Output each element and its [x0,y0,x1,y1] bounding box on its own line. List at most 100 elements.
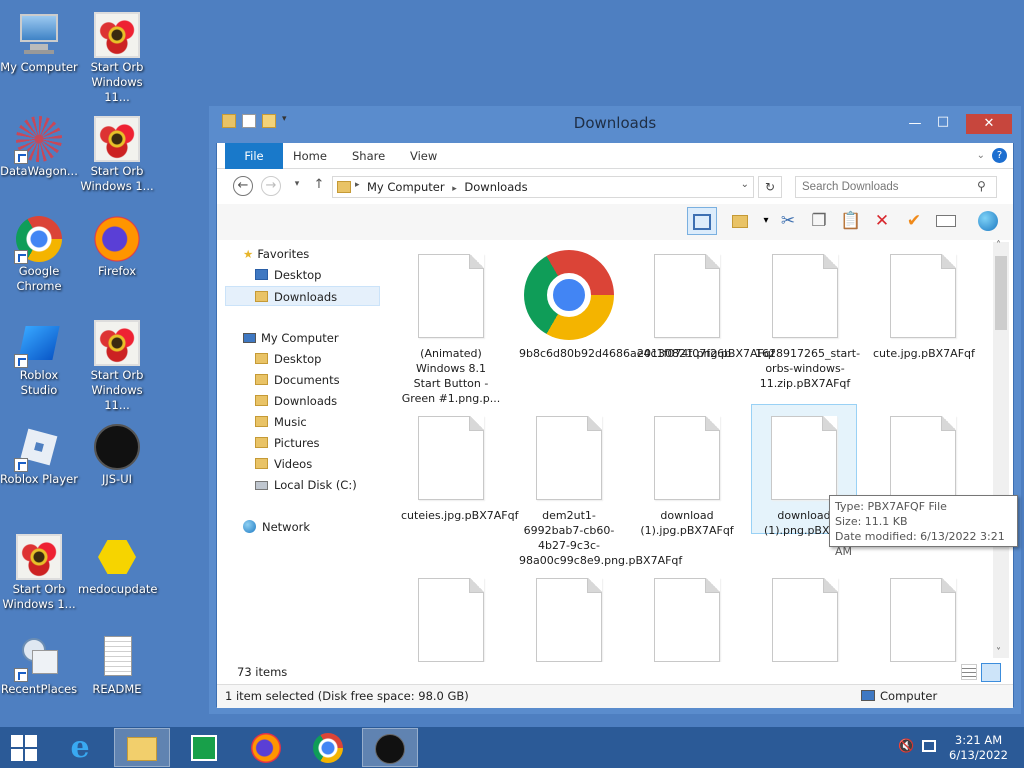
clock[interactable]: 3:21 AM 6/13/2022 [949,733,1008,763]
blank-file-icon [890,254,956,338]
desktop-icon-recent-places[interactable]: RecentPlaces [0,634,78,697]
file-item[interactable] [873,572,973,662]
file-item[interactable] [519,572,619,662]
tab-home[interactable]: Home [293,143,327,169]
desktop-icon-google-chrome[interactable]: Google Chrome [0,216,78,294]
desktop-icon-start-orb-1[interactable]: Start Orb Windows 11... [78,12,156,105]
refresh-button[interactable]: ↻ [758,176,782,198]
chevron-down-icon[interactable]: ˅ [996,647,1001,658]
start-button[interactable] [0,728,48,767]
close-button[interactable]: ✕ [966,114,1012,134]
desktop-icon-my-computer[interactable]: My Computer [0,12,78,75]
details-view-icon[interactable] [961,664,977,680]
desktop-icon-label: Start Orb Windows 11... [90,368,144,412]
file-item[interactable]: dem2ut1-6992bab7-cb60-4b27-9c3c-98a00c99… [519,410,682,568]
tab-share[interactable]: Share [352,143,385,169]
firefox-icon [251,733,281,763]
file-item[interactable]: cuteies.jpg.pBX7AFqf [401,410,518,523]
desktop-icon-start-orb-2[interactable]: Start Orb Windows 1... [78,116,156,194]
file-item[interactable]: 1628917265_start-orbs-windows-11.zip.pBX… [755,248,860,391]
blank-file-icon [772,254,838,338]
status-text: 1 item selected (Disk free space: 98.0 G… [225,689,469,703]
breadcrumb-my-computer[interactable]: My Computer [367,180,445,194]
file-item[interactable]: (Animated) Windows 8.1 Start Button - Gr… [401,248,501,406]
nav-pictures[interactable]: Pictures [255,433,320,453]
nav-local-disk[interactable]: Local Disk (C:) [255,475,357,495]
nav-desktop[interactable]: Desktop [255,349,321,369]
up-button[interactable]: ↑ [309,176,329,196]
recent-locations-icon[interactable]: ▾ [287,176,307,196]
file-item[interactable]: download (1).jpg.pBX7AFqf [637,410,737,538]
nav-fav-downloads[interactable]: Downloads [225,286,380,306]
rename-icon[interactable]: ✔ [899,207,929,235]
file-item[interactable] [401,572,501,662]
nav-my-computer[interactable]: My Computer [243,328,339,348]
breadcrumb-downloads[interactable]: Downloads [464,180,527,194]
taskbar-internet-explorer[interactable]: e [52,728,108,767]
help-icon[interactable]: ? [992,148,1007,163]
properties-icon[interactable] [931,207,961,235]
desktop-icon-label: Google Chrome [16,264,62,293]
nav-fav-desktop[interactable]: Desktop [255,265,321,285]
file-item[interactable]: 20130821.png.pBX7AFqf [637,248,775,361]
minimize-button[interactable]: — [902,114,928,134]
vertical-scrollbar[interactable]: ˄ ˅ [993,240,1009,658]
file-item[interactable] [637,572,737,662]
desktop-icon-start-orb-4[interactable]: Start Orb Windows 1... [0,534,78,612]
desktop-icon-readme[interactable]: README [78,634,156,697]
desktop-icon-label: Firefox [97,264,137,278]
file-item[interactable] [755,572,855,662]
desktop-icon-firefox[interactable]: Firefox [78,216,156,279]
desktop-icon-label: DataWagon... [0,164,78,178]
roblox-studio-icon [14,320,62,368]
nav-network[interactable]: Network [243,517,310,537]
nav-music[interactable]: Music [255,412,307,432]
taskbar-firefox[interactable] [238,728,294,767]
tooltip-modified: Date modified: 6/13/2022 3:21 AM [835,530,1005,558]
taskbar-store[interactable] [176,728,232,767]
ribbon-expand-icon[interactable]: ⌄ [977,143,985,169]
network-tray-icon[interactable] [922,740,936,752]
tab-file[interactable]: File [225,143,283,169]
cut-icon[interactable]: ✂ [773,207,803,235]
large-icons-view-icon[interactable] [981,663,1001,682]
maximize-button[interactable]: □ [930,112,956,132]
breadcrumb-separator: ▸ [452,184,457,194]
nav-favorites[interactable]: ★ Favorites [243,244,309,264]
copy-icon[interactable]: ❐ [804,207,834,235]
desktop-icon-jjs-ui[interactable]: JJS-UI [78,424,156,487]
nav-videos[interactable]: Videos [255,454,312,474]
file-item[interactable] [873,410,973,508]
desktop-icon-roblox-studio[interactable]: Roblox Studio [0,320,78,398]
nav-downloads[interactable]: Downloads [255,391,337,411]
desktop-icon-start-orb-3[interactable]: Start Orb Windows 11... [78,320,156,413]
back-button[interactable]: ← [233,176,253,196]
chevron-up-icon[interactable]: ˄ [996,240,1001,251]
desktop-icon-datawagon[interactable]: DataWagon... [0,116,78,179]
folder-icon [255,374,268,385]
taskbar-file-explorer[interactable] [114,728,170,767]
search-input[interactable] [795,176,997,198]
desktop-icon-roblox-player[interactable]: Roblox Player [0,424,78,487]
volume-muted-icon[interactable]: 🔇 [898,739,914,754]
forward-button[interactable]: → [261,176,281,196]
globe-icon[interactable] [973,207,1003,235]
chevron-down-icon[interactable]: ⌄ [741,179,749,190]
file-item[interactable]: 9b8c6d80b92d4686ae4c1f074f07f26b [519,248,731,361]
desktop-icon-label: My Computer [0,60,78,74]
scrollbar-thumb[interactable] [995,256,1007,330]
address-box[interactable]: ▸ My Computer ▸ Downloads ⌄ [332,176,754,198]
file-item[interactable]: cute.jpg.pBX7AFqf [873,248,975,361]
desktop-icon-medocupdate[interactable]: medocupdate [78,534,157,597]
taskbar-jjs-ui[interactable] [362,728,418,767]
chrome-icon [313,733,343,763]
paste-icon[interactable]: 📋 [836,207,866,235]
delete-icon[interactable]: ✕ [867,207,897,235]
tab-view[interactable]: View [410,143,437,169]
network-icon [243,520,256,533]
blank-file-icon [890,578,956,662]
title-bar[interactable]: ▾ Downloads — □ ✕ [210,107,1020,143]
preview-pane-icon[interactable] [687,207,717,235]
taskbar-chrome[interactable] [300,728,356,767]
nav-documents[interactable]: Documents [255,370,340,390]
